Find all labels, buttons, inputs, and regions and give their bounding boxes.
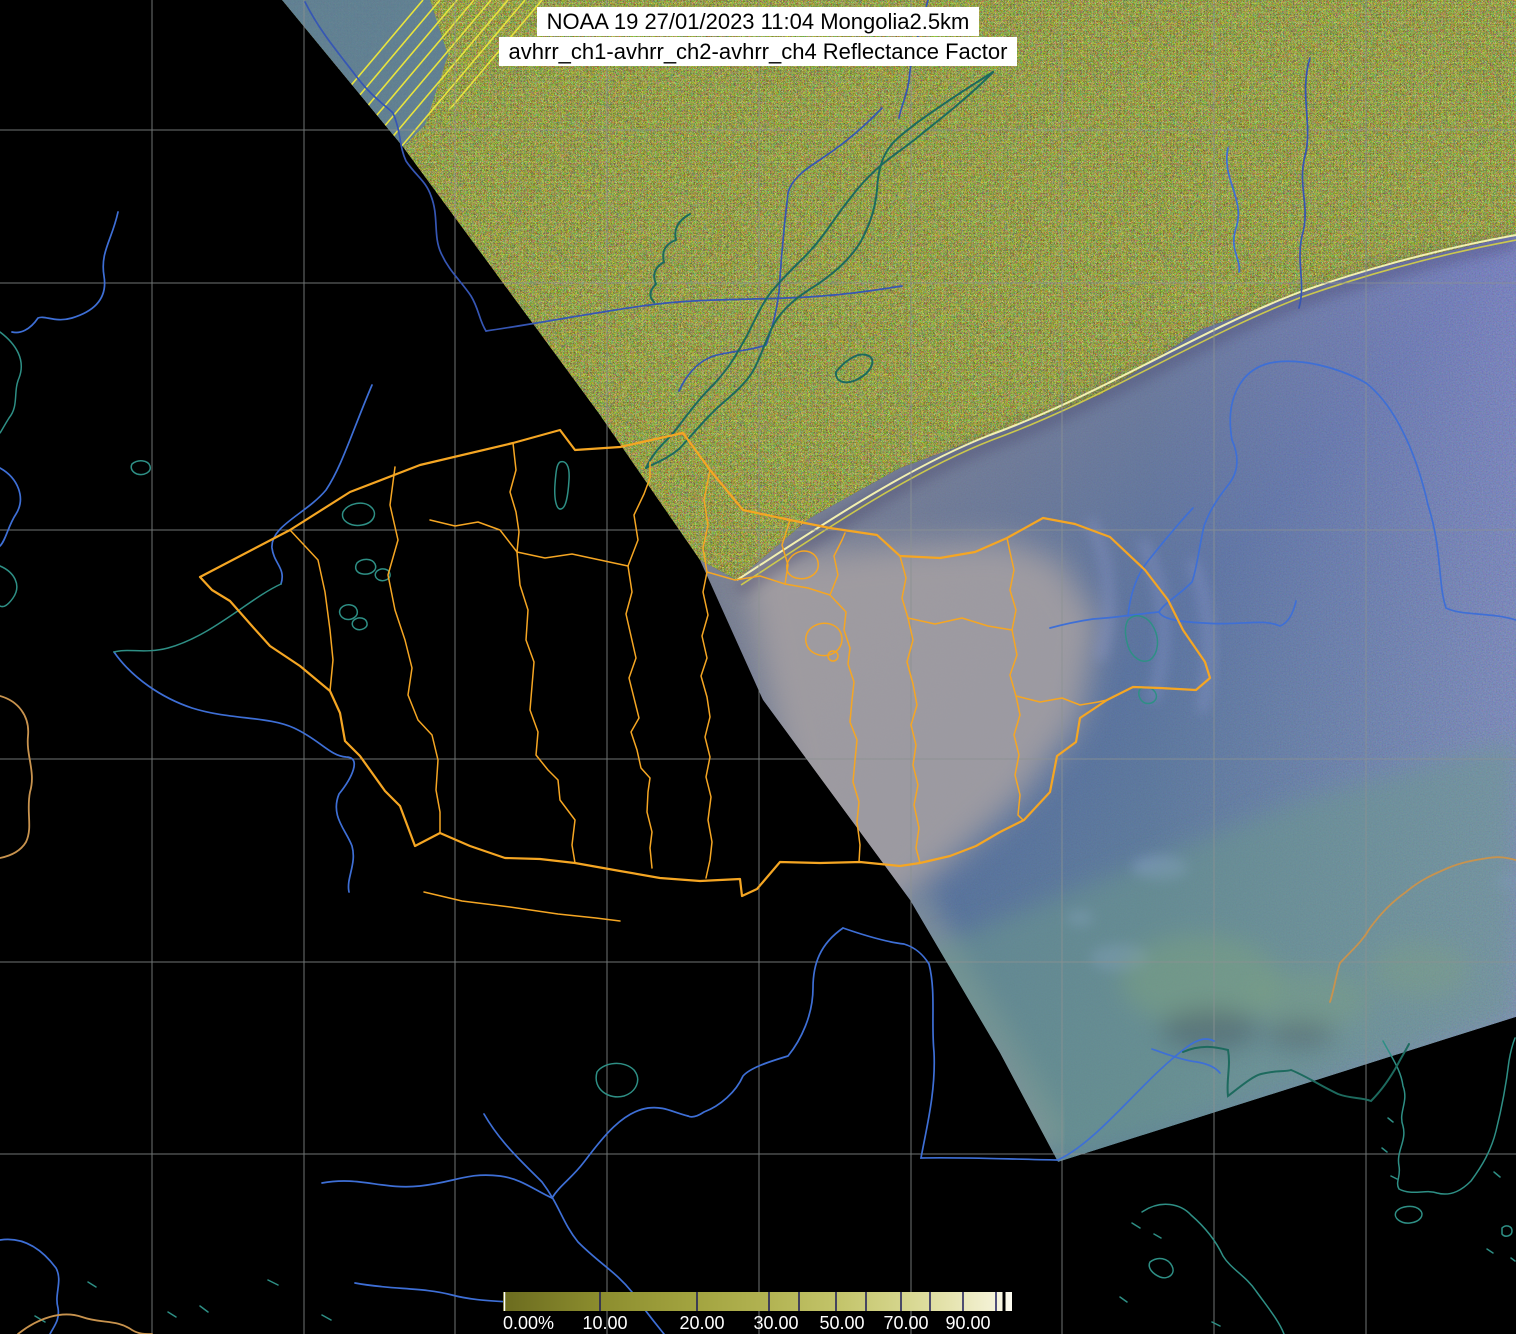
colorbar-gradient bbox=[503, 1292, 1012, 1311]
colorbar-label-70: 70.00 bbox=[883, 1313, 928, 1333]
colorbar-label-30: 30.00 bbox=[753, 1313, 798, 1333]
satellite-image-viewport: 0.00% 10.00 20.00 30.00 50.00 70.00 90.0… bbox=[0, 0, 1516, 1334]
image-title: NOAA 19 27/01/2023 11:04 Mongolia2.5km a… bbox=[0, 7, 1516, 67]
title-line2: avhrr_ch1-avhrr_ch2-avhrr_ch4 Reflectanc… bbox=[498, 37, 1018, 66]
satellite-map: 0.00% 10.00 20.00 30.00 50.00 70.00 90.0… bbox=[0, 0, 1516, 1334]
colorbar-label-0: 0.00% bbox=[503, 1313, 554, 1333]
title-line1: NOAA 19 27/01/2023 11:04 Mongolia2.5km bbox=[536, 7, 980, 36]
colorbar-label-10: 10.00 bbox=[582, 1313, 627, 1333]
colorbar-label-90: 90.00 bbox=[945, 1313, 990, 1333]
colorbar-label-20: 20.00 bbox=[679, 1313, 724, 1333]
colorbar-label-50: 50.00 bbox=[819, 1313, 864, 1333]
